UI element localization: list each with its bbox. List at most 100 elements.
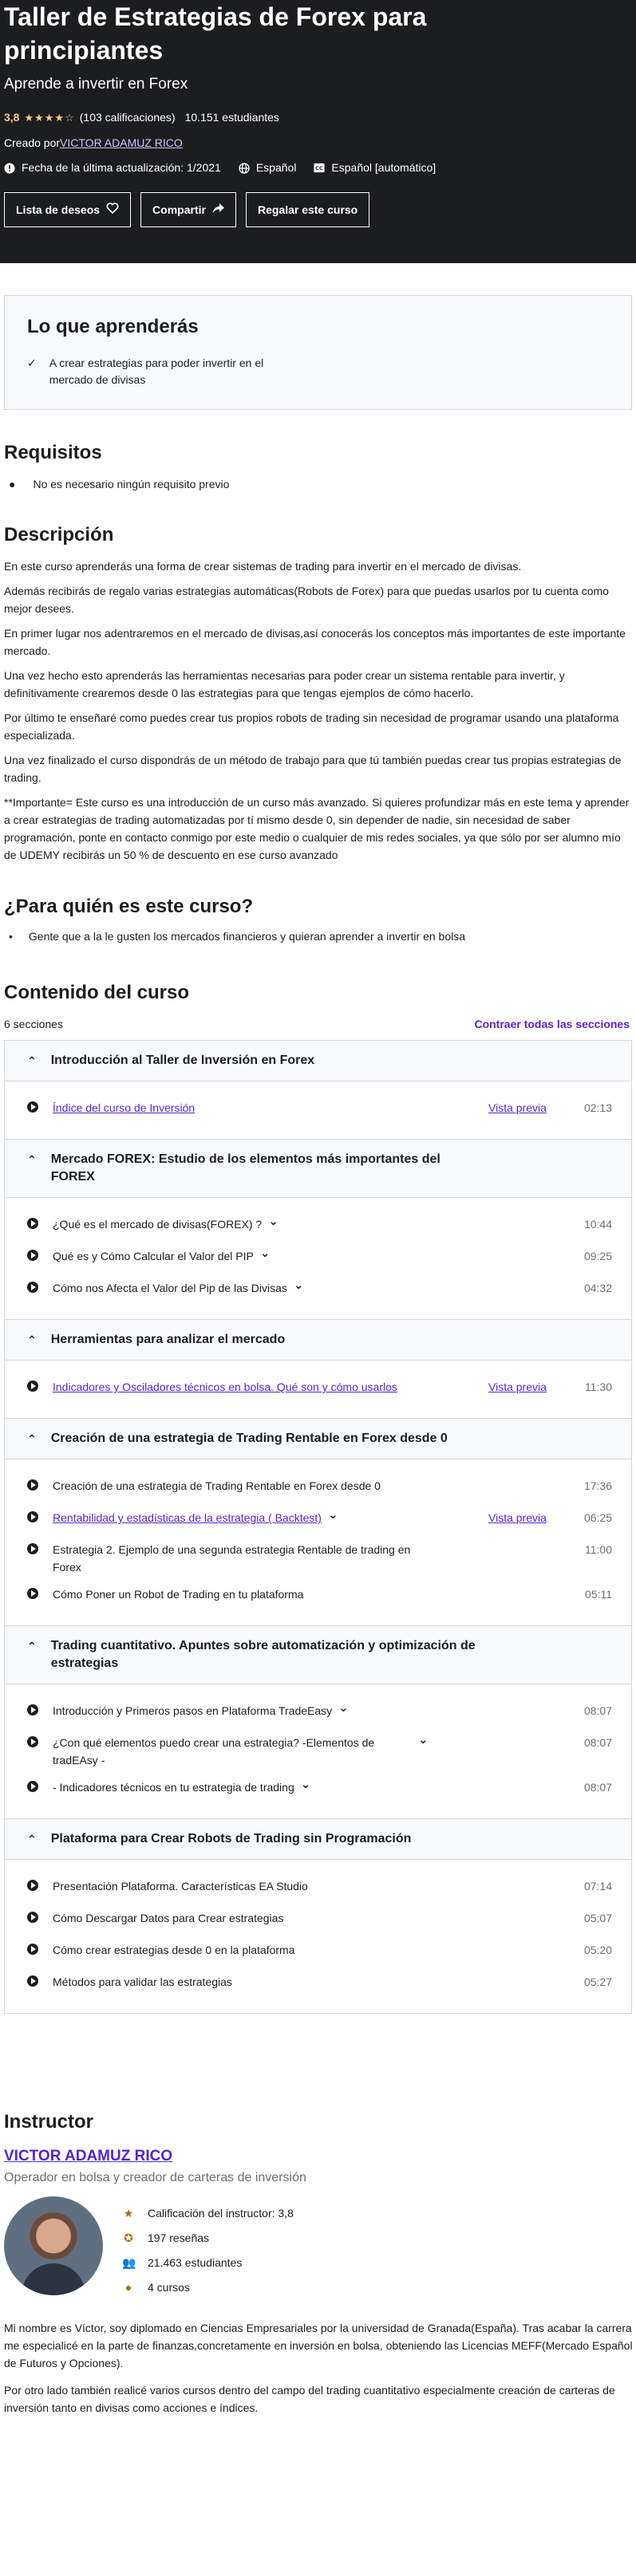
lecture-duration: 07:14 <box>583 1880 612 1893</box>
play-icon <box>27 1880 38 1892</box>
last-update-text: Fecha de la última actualización: 1/2021 <box>22 161 221 175</box>
chevron-up-icon: ⌃ <box>27 1640 37 1653</box>
lecture-duration: 05:20 <box>583 1944 612 1957</box>
lecture-title: Cómo crear estrategias desde 0 en la pla… <box>53 1941 488 1959</box>
section-lectures: Creación de una estrategia de Trading Re… <box>5 1459 631 1625</box>
play-icon <box>27 1218 38 1230</box>
lecture-title[interactable]: Índice del curso de Inversión <box>53 1099 488 1117</box>
description-paragraph: **Importante= Este curso es una introduc… <box>4 796 630 862</box>
lecture-title-text: Cómo Descargar Datos para Crear estrateg… <box>53 1912 284 1925</box>
students-count: 10.151 estudiantes <box>184 111 279 124</box>
lecture-title: ¿Qué es el mercado de divisas(FOREX) ? ⌄ <box>53 1215 488 1233</box>
play-icon <box>27 1944 38 1956</box>
course-content-title: Contenido del curso <box>4 981 190 1003</box>
gift-course-button[interactable]: Regalar este curso <box>245 191 370 227</box>
preview-link[interactable]: Vista previa <box>488 1509 576 1526</box>
lecture-title[interactable]: Indicadores y Osciladores técnicos en bo… <box>53 1378 488 1396</box>
rating-count-link[interactable]: (103 calificaciones) <box>80 110 176 126</box>
rating-value: 3,8 <box>4 111 20 124</box>
lecture-item: Estrategia 2. Ejemplo de una segunda est… <box>27 1536 612 1581</box>
lecture-item: Qué es y Cómo Calcular el Valor del PIP ⌄… <box>27 1243 612 1274</box>
play-icon <box>27 1543 38 1555</box>
requirements-title: Requisitos <box>4 441 102 463</box>
requirement-item: ● No es necesario ningún requisito previ… <box>4 477 632 493</box>
lecture-item: Métodos para validar las estrategias 05:2… <box>27 1968 612 2000</box>
instructor-courses-text: 4 cursos <box>148 2281 190 2294</box>
lecture-duration: 08:07 <box>583 1781 612 1794</box>
lecture-duration: 04:32 <box>583 1282 612 1295</box>
learn-item: ✓ A crear estrategias para poder inverti… <box>27 355 298 388</box>
chevron-down-icon[interactable]: ⌄ <box>328 1509 338 1521</box>
bio-paragraph: Por otro lado también realicé varios cur… <box>4 2384 615 2415</box>
lecture-item: Cómo Descargar Datos para Crear estrateg… <box>27 1904 612 1936</box>
lecture-item: Creación de una estrategia de Trading Re… <box>27 1472 612 1504</box>
instructor-students: 👥 21.463 estudiantes <box>122 2251 294 2275</box>
lecture-title-text: Cómo nos Afecta el Valor del Pip de las … <box>53 1282 287 1295</box>
creator-row: Creado porVICTOR ADAMUZ RICO <box>4 136 636 152</box>
chevron-down-icon[interactable]: ⌄ <box>418 1734 429 1746</box>
section-title: Introducción al Taller de Inversión en F… <box>50 1054 315 1068</box>
lecture-title: Cómo Poner un Robot de Trading en tu pla… <box>53 1585 488 1603</box>
lecture-title-text: Cómo Poner un Robot de Trading en tu pla… <box>53 1588 304 1601</box>
section-title: Mercado FOREX: Estudio de los elementos … <box>50 1152 440 1184</box>
description-title: Descripción <box>4 524 114 546</box>
lecture-title-text: ¿Con qué elementos puedo crear una estra… <box>53 1736 375 1767</box>
chevron-down-icon[interactable]: ⌄ <box>338 1702 349 1714</box>
chevron-down-icon[interactable]: ⌄ <box>260 1247 271 1259</box>
learn-title: Lo que aprenderás <box>27 316 199 337</box>
play-icon <box>27 1101 38 1113</box>
audience-text: Gente que a la le gusten los mercados fi… <box>28 930 466 943</box>
collapse-all-button[interactable]: Contraer todas las secciones <box>474 1017 630 1033</box>
lecture-duration: 11:30 <box>585 1381 612 1394</box>
award-icon: ✪ <box>124 2231 133 2245</box>
play-icon <box>27 1479 38 1491</box>
lecture-title[interactable]: Rentabilidad y estadísticas de la estrat… <box>53 1509 488 1526</box>
lecture-duration: 09:25 <box>583 1250 612 1263</box>
section-title: Plataforma para Crear Robots de Trading … <box>50 1832 412 1846</box>
lecture-duration: 05:07 <box>583 1912 612 1925</box>
lecture-title: Métodos para validar las estrategias <box>53 1973 488 1991</box>
section-header[interactable]: ⌃ Creación de una estrategia de Trading R… <box>5 1418 631 1459</box>
preview-link[interactable]: Vista previa <box>488 1099 576 1117</box>
lecture-title: Introducción y Primeros pasos en Platafo… <box>53 1702 488 1719</box>
description-paragraph: Por último te enseñaré como puedes crear… <box>4 711 619 742</box>
section-header[interactable]: ⌃ Mercado FOREX: Estudio de los elementos… <box>5 1139 631 1198</box>
language-text: Español <box>255 161 297 175</box>
lecture-title-text: Rentabilidad y estadísticas de la estrat… <box>53 1511 322 1525</box>
chevron-down-icon[interactable]: ⌄ <box>268 1215 278 1227</box>
description-paragraph: En primer lugar nos adentraremos en el m… <box>4 627 626 658</box>
header-actions: Lista de deseos Compartir Regalar este c… <box>4 191 636 227</box>
preview-link[interactable]: Vista previa <box>488 1378 576 1396</box>
lecture-title-text: Qué es y Cómo Calcular el Valor del PIP <box>53 1250 254 1263</box>
section-header[interactable]: ⌃ Trading cuantitativo. Apuntes sobre aut… <box>5 1625 631 1684</box>
lecture-duration: 17:36 <box>583 1479 612 1493</box>
lecture-item: Índice del curso de Inversión Vista previ… <box>27 1094 612 1126</box>
play-icon <box>27 1282 38 1294</box>
chevron-down-icon[interactable]: ⌄ <box>294 1279 304 1291</box>
instructor-name-link[interactable]: VICTOR ADAMUZ RICO <box>4 2146 632 2168</box>
share-button[interactable]: Compartir <box>140 191 236 227</box>
lecture-title: Estrategia 2. Ejemplo de una segunda est… <box>53 1541 488 1576</box>
lecture-title-text: Introducción y Primeros pasos en Platafo… <box>53 1704 333 1718</box>
lecture-duration: 08:07 <box>583 1736 612 1750</box>
learn-item-text: A crear estrategias para poder invertir … <box>49 356 264 386</box>
course-meta: Fecha de la última actualización: 1/2021… <box>4 160 636 176</box>
lecture-duration: 02:13 <box>583 1101 612 1115</box>
lecture-title: Creación de una estrategia de Trading Re… <box>53 1477 488 1495</box>
lecture-item: Cómo crear estrategias desde 0 en la pla… <box>27 1936 612 1968</box>
chevron-up-icon: ⌃ <box>27 1333 37 1347</box>
course-content-summary: 6 secciones Contraer todas las secciones <box>4 1017 632 1033</box>
instructor-avatar[interactable] <box>4 2196 103 2296</box>
section-header[interactable]: ⌃ Herramientas para analizar el mercado <box>5 1319 631 1361</box>
share-label: Compartir <box>152 203 206 216</box>
play-circle-icon: ● <box>124 2281 132 2294</box>
creator-link[interactable]: VICTOR ADAMUZ RICO <box>60 136 183 149</box>
wishlist-button[interactable]: Lista de deseos <box>4 191 132 227</box>
bullet-icon: ● <box>9 477 16 490</box>
lecture-item: Indicadores y Osciladores técnicos en bo… <box>27 1373 612 1405</box>
section-header[interactable]: ⌃ Plataforma para Crear Robots de Trading… <box>5 1818 631 1860</box>
lecture-item: Presentación Plataforma. Características… <box>27 1873 612 1904</box>
chevron-down-icon[interactable]: ⌄ <box>301 1778 311 1790</box>
section-header[interactable]: ⌃ Introducción al Taller de Inversión en … <box>5 1041 631 1081</box>
svg-text:CC: CC <box>316 166 324 172</box>
